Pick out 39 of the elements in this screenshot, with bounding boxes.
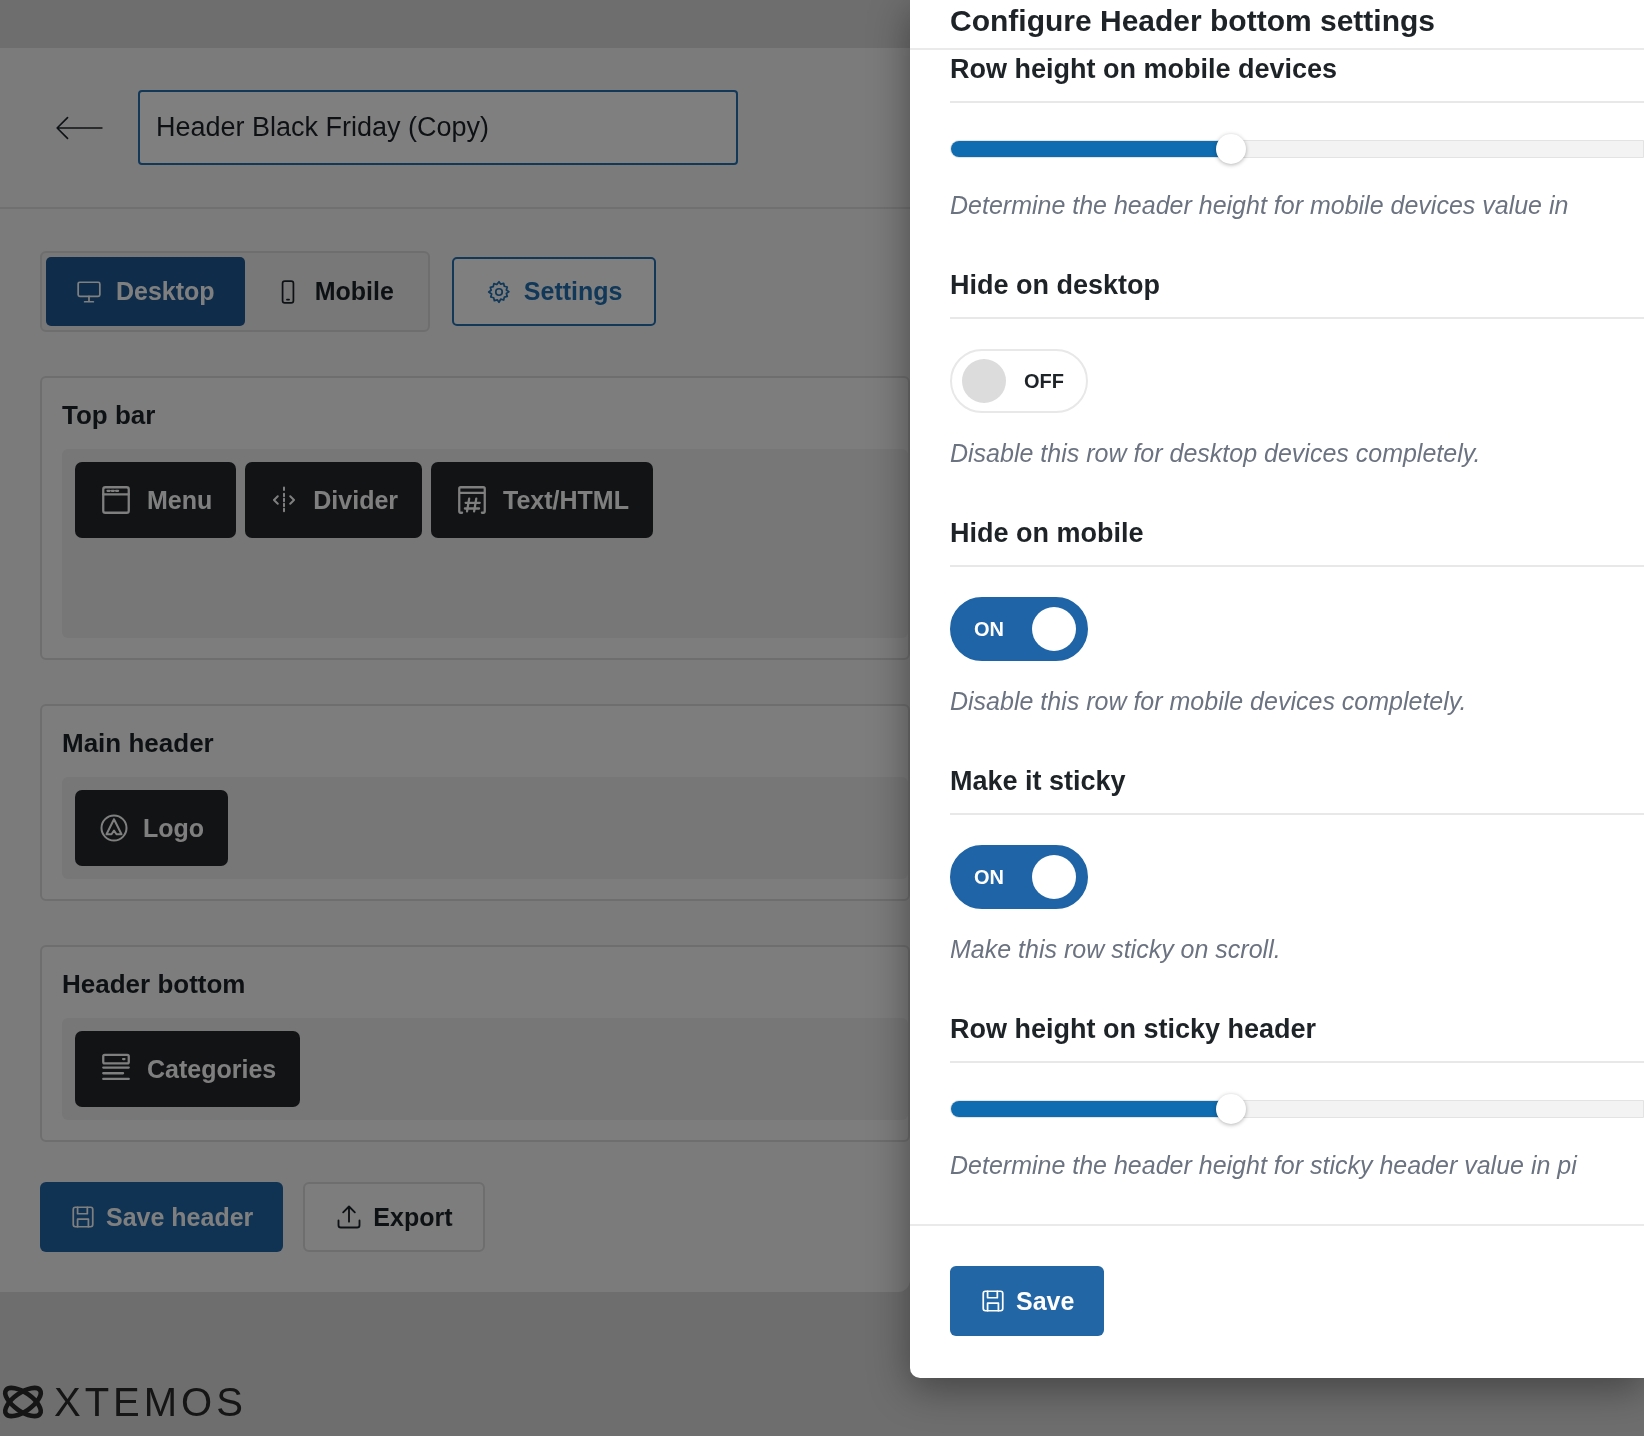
setting-description: Determine the header height for mobile devices value in <box>950 191 1570 221</box>
logo-icon <box>99 813 129 843</box>
header-element[interactable]: Menu <box>75 462 237 538</box>
row-title: Header bottom <box>62 969 247 1000</box>
toggle-switch[interactable]: OFF <box>950 349 1088 413</box>
settings-button[interactable]: Settings <box>451 257 657 326</box>
setting-label: Hide on mobile <box>950 486 1644 567</box>
toggle-switch[interactable]: ON <box>950 845 1088 909</box>
header-element[interactable]: Logo <box>75 790 229 866</box>
view-tab[interactable]: Mobile <box>244 257 424 326</box>
save-button[interactable]: Save <box>950 1266 1105 1336</box>
slider-track[interactable] <box>950 133 1644 165</box>
setting-label: Row height on sticky header <box>950 982 1644 1063</box>
setting-label: Make it sticky <box>950 734 1644 815</box>
back-arrow-icon <box>54 114 104 141</box>
row-title: Top bar <box>62 400 157 431</box>
header-name-field[interactable]: Header Black Friday (Copy) <box>138 90 738 165</box>
slider-thumb[interactable] <box>1216 1094 1247 1124</box>
desktop-icon <box>76 278 102 305</box>
dialog-title: Configure Header bottom settings <box>950 4 1437 38</box>
header-element[interactable]: Categories <box>75 1031 301 1107</box>
toggle-switch[interactable]: ON <box>950 597 1088 661</box>
setting-description: Make this row sticky on scroll. <box>950 935 1282 965</box>
header-element[interactable]: Text/HTML <box>431 462 653 538</box>
slider-thumb[interactable] <box>1216 134 1247 164</box>
brand-name: XTEMOS <box>54 1382 247 1422</box>
slider-track[interactable] <box>950 1093 1644 1125</box>
view-tab[interactable]: Desktop <box>46 257 245 326</box>
save-header-button[interactable]: Save header <box>40 1182 284 1252</box>
settings-icon <box>485 278 512 305</box>
setting-description: Disable this row for mobile devices completely. <box>950 687 1468 717</box>
window-icon <box>99 483 133 517</box>
export-button[interactable]: Export <box>303 1182 485 1252</box>
row-title: Main header <box>62 728 215 759</box>
setting-label: Hide on desktop <box>950 238 1644 319</box>
setting-description: Determine the header height for sticky header value in pi <box>950 1151 1579 1181</box>
setting-label: Row height on mobile devices <box>950 50 1644 103</box>
header-element[interactable]: Divider <box>245 462 423 538</box>
setting-description: Disable this row for desktop devices completely. <box>950 439 1482 469</box>
